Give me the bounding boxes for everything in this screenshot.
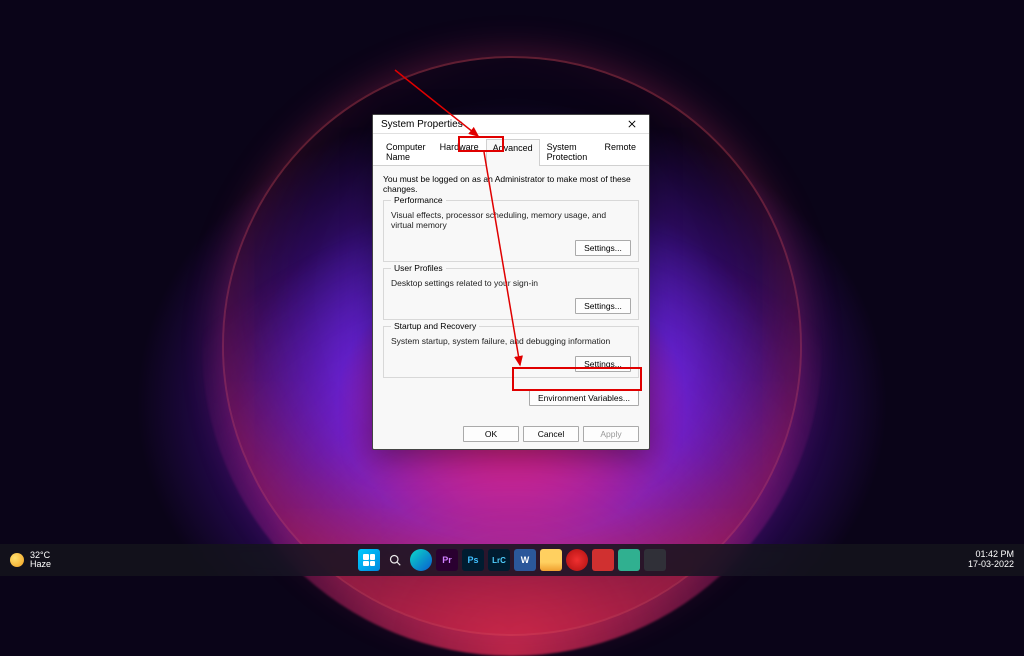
ok-button[interactable]: OK <box>463 426 519 442</box>
weather-cond: Haze <box>30 560 51 569</box>
taskbar-app-photoshop[interactable]: Ps <box>462 549 484 571</box>
tab-system-protection[interactable]: System Protection <box>540 138 598 165</box>
system-properties-dialog: System Properties Computer Name Hardware… <box>372 114 650 450</box>
group-startup-recovery-title: Startup and Recovery <box>391 321 479 331</box>
taskbar-app-misc2[interactable] <box>644 549 666 571</box>
group-user-profiles: User Profiles Desktop settings related t… <box>383 268 639 320</box>
cancel-button[interactable]: Cancel <box>523 426 579 442</box>
apply-button[interactable]: Apply <box>583 426 639 442</box>
tab-computer-name[interactable]: Computer Name <box>379 138 433 165</box>
group-performance-title: Performance <box>391 195 446 205</box>
taskbar-app-explorer[interactable] <box>540 549 562 571</box>
titlebar[interactable]: System Properties <box>373 115 649 134</box>
group-startup-recovery-desc: System startup, system failure, and debu… <box>391 336 631 346</box>
group-performance-desc: Visual effects, processor scheduling, me… <box>391 210 631 230</box>
tab-remote[interactable]: Remote <box>597 138 643 165</box>
close-button[interactable] <box>619 115 645 133</box>
tab-advanced[interactable]: Advanced <box>486 139 540 166</box>
taskbar-app-lightroom[interactable]: LrC <box>488 549 510 571</box>
taskbar-weather[interactable]: 32°C Haze <box>0 551 51 570</box>
taskbar-app-premiere[interactable]: Pr <box>436 549 458 571</box>
tab-strip: Computer Name Hardware Advanced System P… <box>373 134 649 166</box>
taskbar-center: Pr Ps LrC W <box>358 549 666 571</box>
search-icon <box>389 554 401 566</box>
weather-icon <box>10 553 24 567</box>
dialog-title: System Properties <box>381 119 463 130</box>
search-button[interactable] <box>384 549 406 571</box>
start-button[interactable] <box>358 549 380 571</box>
admin-instruction: You must be logged on as an Administrato… <box>383 174 639 194</box>
dialog-content: You must be logged on as an Administrato… <box>373 166 649 418</box>
taskbar-app-word[interactable]: W <box>514 549 536 571</box>
performance-settings-button[interactable]: Settings... <box>575 240 631 256</box>
tab-hardware[interactable]: Hardware <box>433 138 486 165</box>
group-user-profiles-title: User Profiles <box>391 263 446 273</box>
taskbar-app-media[interactable] <box>566 549 588 571</box>
taskbar[interactable]: 32°C Haze Pr Ps LrC W 01:42 PM 17-03-202… <box>0 544 1024 576</box>
dialog-button-row: OK Cancel Apply <box>373 418 649 450</box>
taskbar-app-edge[interactable] <box>410 549 432 571</box>
group-user-profiles-desc: Desktop settings related to your sign-in <box>391 278 631 288</box>
taskbar-app-misc1[interactable] <box>618 549 640 571</box>
startup-settings-button[interactable]: Settings... <box>575 356 631 372</box>
clock-date: 17-03-2022 <box>968 560 1014 570</box>
profiles-settings-button[interactable]: Settings... <box>575 298 631 314</box>
group-performance: Performance Visual effects, processor sc… <box>383 200 639 262</box>
taskbar-app-snagit[interactable] <box>592 549 614 571</box>
group-startup-recovery: Startup and Recovery System startup, sys… <box>383 326 639 378</box>
close-icon <box>628 120 636 128</box>
environment-variables-button[interactable]: Environment Variables... <box>529 390 639 406</box>
taskbar-clock[interactable]: 01:42 PM 17-03-2022 <box>968 550 1024 570</box>
